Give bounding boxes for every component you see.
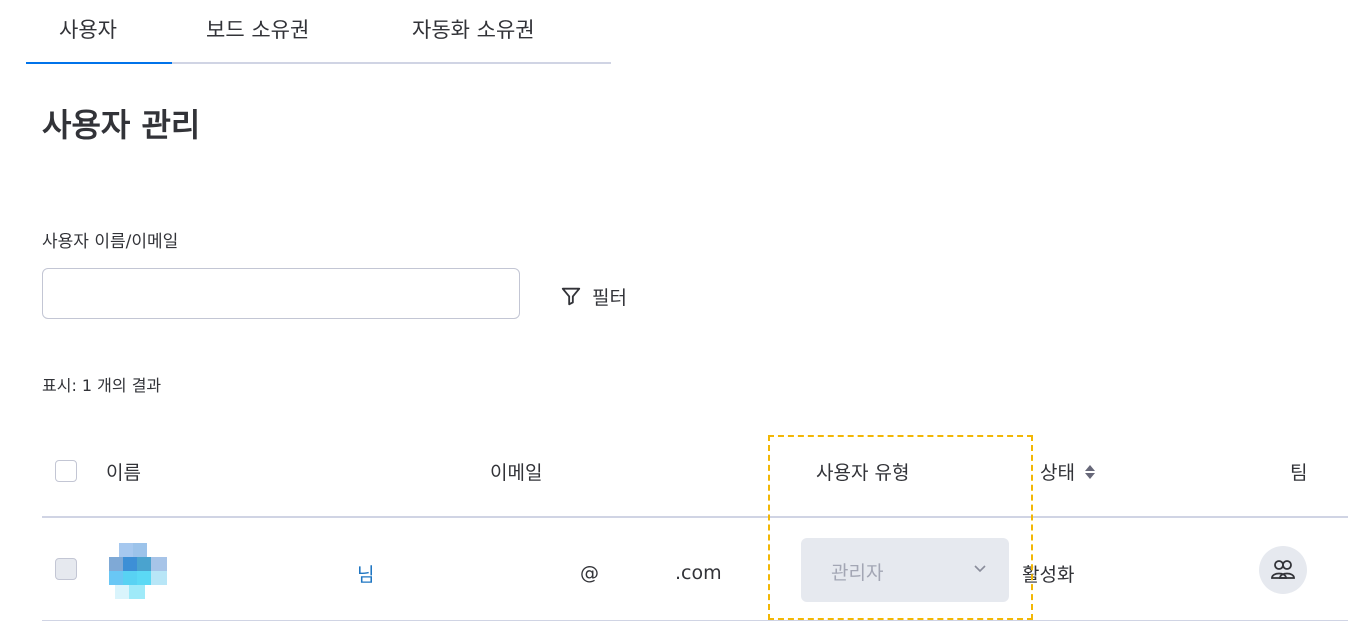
user-type-value: 관리자 — [831, 562, 884, 584]
filter-icon — [561, 287, 581, 306]
filter-label: 필터 — [592, 286, 627, 309]
column-header-teams: 팀 — [1290, 462, 1308, 484]
column-header-name: 이름 — [106, 462, 141, 484]
column-header-email: 이메일 — [490, 462, 543, 484]
user-email-domain: .com — [675, 562, 722, 584]
page-title: 사용자 관리 — [42, 106, 201, 144]
results-count: 표시: 1 개의 결과 — [42, 376, 162, 395]
column-header-user-type: 사용자 유형 — [816, 462, 910, 484]
column-header-status-label: 상태 — [1040, 462, 1075, 484]
tab-board-ownership[interactable]: 보드 소유권 — [206, 14, 309, 44]
select-all-checkbox[interactable] — [55, 460, 77, 482]
search-label: 사용자 이름/이메일 — [42, 232, 179, 252]
row-checkbox[interactable] — [55, 558, 77, 580]
user-name-link[interactable]: 님 — [357, 560, 374, 587]
filter-button[interactable]: 필터 — [560, 281, 627, 311]
tab-bar: 사용자 보드 소유권 자동화 소유권 — [26, 0, 611, 64]
sort-icon — [1084, 464, 1095, 479]
active-tab-indicator — [26, 62, 172, 64]
user-type-dropdown[interactable]: 관리자 — [801, 538, 1009, 602]
table-row-divider — [42, 620, 1348, 621]
avatar — [109, 543, 171, 599]
table-header-divider — [42, 516, 1348, 518]
user-status: 활성화 — [1022, 564, 1075, 586]
chevron-down-icon — [974, 565, 986, 573]
tab-users[interactable]: 사용자 — [59, 14, 117, 44]
user-email-at: @ — [580, 562, 599, 584]
team-icon — [1271, 560, 1295, 579]
search-input[interactable] — [42, 268, 520, 319]
column-header-status[interactable]: 상태 — [1040, 458, 1097, 485]
teams-button[interactable] — [1259, 546, 1307, 594]
tab-automation-ownership[interactable]: 자동화 소유권 — [412, 14, 535, 44]
